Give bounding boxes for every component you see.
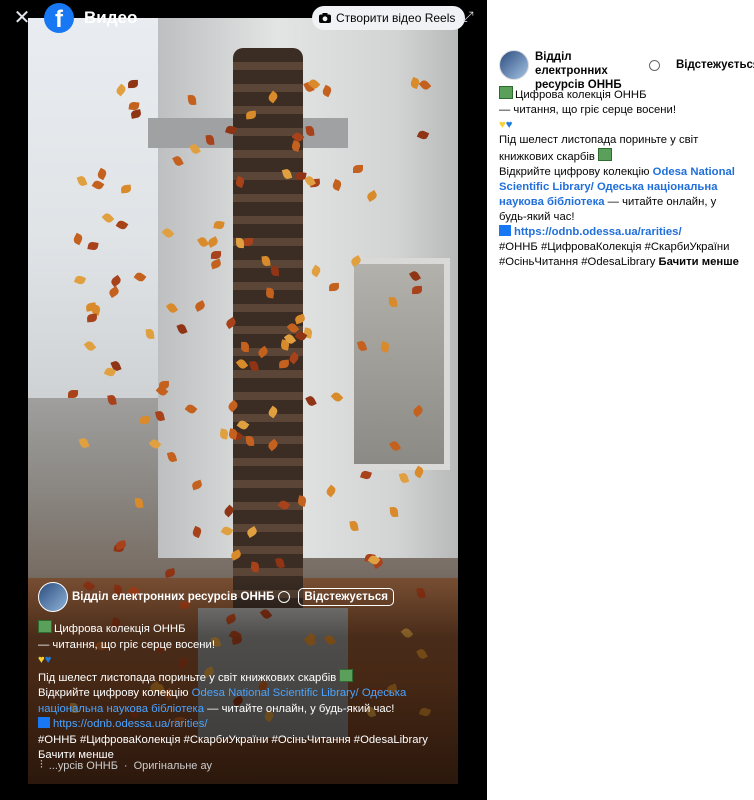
footer-separator: · — [123, 759, 128, 772]
leaf — [245, 435, 254, 447]
audio-wave-icon: ⫶ — [40, 759, 43, 771]
overlay-author-name[interactable]: Відділ електронних ресурсів ОННБ — [72, 591, 274, 603]
link-emoji-icon — [38, 717, 50, 728]
create-reels-button[interactable]: Створити відео Reels — [312, 6, 466, 30]
overlay-caption: Цифрова колекція ОННБ — читання, що гріє… — [38, 620, 448, 764]
hearts-emoji-icon: ♥♥ — [38, 654, 52, 666]
sidebar-rarities-url-link[interactable]: https://odnb.odessa.ua/rarities/ — [514, 226, 682, 238]
leaf — [328, 282, 340, 291]
leaf — [134, 497, 144, 509]
create-reels-label: Створити відео Reels — [336, 11, 456, 25]
leaf — [411, 285, 422, 295]
leaf — [139, 415, 151, 425]
book-emoji-icon — [598, 148, 613, 161]
leaf — [240, 342, 250, 353]
leaf — [78, 436, 90, 449]
sidebar-caption: Цифрова колекція ОННБ — читання, що гріє… — [499, 86, 747, 270]
viewer-topbar: ✕ f Видео Створити відео Reels ⤢ — [0, 0, 487, 36]
caption-line5-suffix: — читайте онлайн, у будь-який час! — [204, 702, 395, 715]
leaf — [265, 287, 275, 299]
close-icon[interactable]: ✕ — [10, 6, 34, 30]
leaf — [67, 389, 79, 398]
camera-icon — [319, 13, 331, 23]
expand-icon[interactable]: ⤢ — [458, 6, 478, 26]
footer-audio[interactable]: Оригінальне ау — [134, 760, 212, 772]
hearts-emoji-icon: ♥♥ — [499, 119, 513, 131]
overlay-footer: ⫶ ...урсів ОННБ · Оригінальне ау — [40, 759, 212, 772]
book-emoji-icon — [38, 620, 52, 633]
post-sidebar: Відділ електронних ресурсів ОННБ Відстеж… — [487, 0, 754, 800]
avatar[interactable] — [38, 582, 68, 612]
leaf — [352, 165, 363, 174]
leaf — [388, 297, 398, 308]
leaf — [115, 540, 128, 551]
sidebar-line2: — читання, що гріє серце восени! — [499, 104, 676, 116]
leaf — [295, 170, 307, 181]
leaf — [227, 427, 238, 440]
link-emoji-icon — [499, 225, 511, 236]
book-emoji-icon — [499, 86, 513, 99]
sidebar-line1: Цифрова колекція ОННБ — [515, 89, 647, 101]
leaf — [389, 506, 398, 518]
sidebar-follow-button[interactable]: Відстежується — [676, 59, 754, 71]
sidebar-line5-prefix: Відкрийте цифрову колекцію — [499, 166, 653, 178]
caption-hashtags[interactable]: #ОННБ #ЦифроваКолекція #СкарбиУкраїни #О… — [38, 733, 448, 749]
globe-icon — [278, 591, 291, 603]
footer-author[interactable]: ...урсів ОННБ — [49, 760, 118, 772]
video-viewer: ✕ f Видео Створити відео Reels ⤢ Відділ … — [0, 0, 487, 800]
leaf — [271, 266, 280, 277]
caption-line5-prefix: Відкрийте цифрову колекцію — [38, 687, 192, 699]
video-window — [348, 258, 450, 470]
avatar[interactable] — [499, 50, 529, 80]
overlay-author: Відділ електронних ресурсів ОННБ Відстеж… — [38, 582, 394, 612]
globe-icon — [649, 60, 660, 71]
leaf — [187, 94, 197, 105]
logo-letter: f — [55, 6, 63, 33]
video-player[interactable]: Відділ електронних ресурсів ОННБ Відстеж… — [28, 18, 458, 784]
caption-line1: Цифрова колекція ОННБ — [54, 623, 186, 635]
leaf — [205, 134, 215, 146]
leaf — [236, 237, 245, 248]
leaf — [106, 394, 117, 406]
book-emoji-icon — [339, 668, 354, 682]
overlay-follow-button[interactable]: Відстежується — [298, 588, 394, 606]
caption-line4: Під шелест листопада пориньте у світ кни… — [38, 671, 337, 684]
rarities-url-link[interactable]: https://odnb.odessa.ua/rarities/ — [53, 718, 207, 730]
facebook-logo[interactable]: f — [44, 3, 74, 33]
page-title: Видео — [84, 8, 138, 27]
sidebar-see-less-link[interactable]: Бачити менше — [659, 256, 739, 268]
leaf — [305, 125, 315, 137]
caption-line2: — читання, що гріє серце восени! — [38, 638, 215, 651]
